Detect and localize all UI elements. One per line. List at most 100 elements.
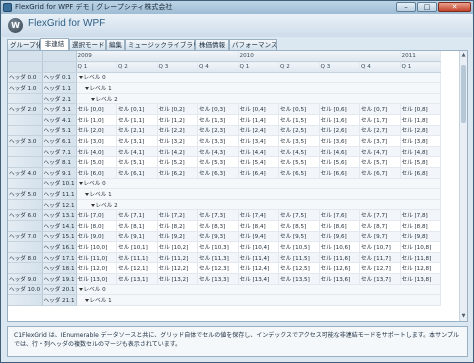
collapse-triangle-icon[interactable] bbox=[84, 87, 89, 91]
grid-cell[interactable]: セル [3,3] bbox=[197, 135, 239, 147]
grid-cell[interactable]: セル [3,0] bbox=[76, 135, 118, 147]
group-row-cell[interactable]: レベル 2 bbox=[76, 199, 442, 211]
row-header-level2[interactable]: ヘッダ 7.1 bbox=[42, 146, 77, 158]
grid-cell[interactable]: セル [9,2] bbox=[157, 231, 199, 243]
row-header-level1[interactable]: ヘッダ 3.0 bbox=[8, 135, 43, 147]
column-quarter-header[interactable]: Q 2 bbox=[278, 61, 320, 73]
group-row-cell[interactable]: レベル 0 bbox=[76, 284, 442, 296]
grid-cell[interactable]: セル [11,6] bbox=[319, 252, 361, 264]
grid-cell[interactable]: セル [2,4] bbox=[238, 125, 280, 137]
row-header-level1[interactable] bbox=[8, 199, 43, 211]
row-header-level2[interactable]: ヘッダ 17.1 bbox=[42, 252, 77, 264]
row-header-level2[interactable]: ヘッダ 11.1 bbox=[42, 188, 77, 200]
row-header-level1[interactable] bbox=[8, 262, 43, 274]
grid-cell[interactable]: セル [5,5] bbox=[278, 156, 320, 169]
row-header-level1[interactable]: ヘッダ 4.0 bbox=[8, 167, 43, 179]
grid-cell[interactable]: セル [6,2] bbox=[157, 167, 199, 179]
grid-cell[interactable]: セル [11,2] bbox=[157, 252, 199, 264]
title-bar[interactable]: FlexGrid for WPF デモ | グレープシティ株式会社 – □ ✕ bbox=[1, 1, 473, 14]
column-quarter-header[interactable]: Q 2 bbox=[116, 61, 158, 73]
grid-cell[interactable]: セル [0,6] bbox=[319, 103, 361, 116]
vertical-scrollbar[interactable]: ▲ ▼ bbox=[459, 51, 467, 321]
grid-cell[interactable]: セル [1,8] bbox=[400, 114, 442, 126]
table-row[interactable]: ヘッダ 8.0 ヘッダ 17.1 セル [11,0] セル [11,1] セル [11,… bbox=[8, 252, 442, 264]
table-row[interactable]: ヘッダ 9.0 ヘッダ 19.1 セル [13,0] セル [13,1] セル [13,… bbox=[8, 273, 442, 285]
grid-cell[interactable]: セル [6,7] bbox=[359, 167, 401, 179]
grid-cell[interactable]: セル [0,2] bbox=[157, 103, 199, 116]
collapse-triangle-icon[interactable] bbox=[84, 298, 89, 302]
grid-cell[interactable]: セル [8,7] bbox=[359, 220, 401, 232]
grid-cell[interactable]: セル [10,4] bbox=[238, 241, 280, 253]
group-row-cell[interactable]: レベル 0 bbox=[76, 72, 442, 84]
grid-cell[interactable]: セル [12,1] bbox=[116, 262, 158, 274]
table-row[interactable]: ヘッダ 14.1 セル [8,0] セル [8,1] セル [8,2] セル [8,3]… bbox=[8, 220, 442, 232]
grid-cell[interactable]: セル [13,2] bbox=[157, 273, 199, 285]
row-header-level2[interactable]: ヘッダ 13.1 bbox=[42, 209, 77, 221]
grid-cell[interactable]: セル [11,8] bbox=[400, 252, 442, 264]
grid-cell[interactable]: セル [10,8] bbox=[400, 241, 442, 253]
grid-cell[interactable]: セル [0,3] bbox=[197, 103, 239, 116]
grid-cell[interactable]: セル [13,6] bbox=[319, 273, 361, 285]
group-row-cell[interactable]: レベル 2 bbox=[76, 93, 442, 105]
close-button[interactable]: ✕ bbox=[438, 2, 471, 12]
grid-cell[interactable]: セル [2,0] bbox=[76, 125, 118, 137]
row-header-level2[interactable]: ヘッダ 12.1 bbox=[42, 199, 77, 211]
grid-cell[interactable]: セル [8,2] bbox=[157, 220, 199, 232]
grid-cell[interactable]: セル [3,2] bbox=[157, 135, 199, 147]
grid-cell[interactable]: セル [7,5] bbox=[278, 209, 320, 221]
grid-cell[interactable]: セル [9,5] bbox=[278, 231, 320, 243]
maximize-button[interactable]: □ bbox=[417, 2, 437, 12]
column-quarter-header[interactable]: Q 1 bbox=[76, 61, 118, 73]
row-header-level2[interactable]: ヘッダ 15.1 bbox=[42, 231, 77, 243]
grid-cell[interactable]: セル [13,4] bbox=[238, 273, 280, 285]
row-header-level2[interactable]: ヘッダ 6.1 bbox=[42, 135, 77, 147]
grid-cell[interactable]: セル [1,2] bbox=[157, 114, 199, 126]
row-header-level2[interactable]: ヘッダ 21.1 bbox=[42, 294, 77, 306]
grid-cell[interactable]: セル [3,1] bbox=[116, 135, 158, 147]
column-quarter-header[interactable]: Q 3 bbox=[319, 61, 361, 73]
row-header-level2[interactable]: ヘッダ 10.1 bbox=[42, 178, 77, 190]
grid-cell[interactable]: セル [10,3] bbox=[197, 241, 239, 253]
row-header-level2[interactable]: ヘッダ 5.1 bbox=[42, 125, 77, 137]
column-quarter-header[interactable]: Q 3 bbox=[157, 61, 199, 73]
grid-cell[interactable]: セル [4,2] bbox=[157, 146, 199, 158]
grid-cell[interactable]: セル [2,5] bbox=[278, 125, 320, 137]
scroll-down-icon[interactable]: ▼ bbox=[461, 314, 466, 319]
collapse-triangle-icon[interactable] bbox=[84, 193, 89, 197]
table-row[interactable]: ヘッダ 4.0 ヘッダ 9.1 セル [6,0] セル [6,1] セル [6,2] セル… bbox=[8, 167, 442, 179]
column-quarter-header[interactable]: Q 4 bbox=[359, 61, 401, 73]
table-row[interactable]: ヘッダ 5.0 ヘッダ 11.1 レベル 1 bbox=[8, 188, 442, 200]
grid-cell[interactable]: セル [9,7] bbox=[359, 231, 401, 243]
collapse-triangle-icon[interactable] bbox=[78, 182, 83, 186]
grid-cell[interactable]: セル [8,1] bbox=[116, 220, 158, 232]
grid-cell[interactable]: セル [0,8] bbox=[400, 103, 442, 116]
grid-cell[interactable]: セル [3,7] bbox=[359, 135, 401, 147]
grid-cell[interactable]: セル [12,2] bbox=[157, 262, 199, 274]
group-row-cell[interactable]: レベル 0 bbox=[76, 178, 442, 190]
table-row[interactable]: ヘッダ 18.1 セル [12,0] セル [12,1] セル [12,2] セル [1… bbox=[8, 262, 442, 274]
grid-cell[interactable]: セル [4,7] bbox=[359, 146, 401, 158]
table-row[interactable]: ヘッダ 16.1 セル [10,0] セル [10,1] セル [10,2] セル [1… bbox=[8, 241, 442, 253]
grid-cell[interactable]: セル [1,5] bbox=[278, 114, 320, 126]
group-row-cell[interactable]: レベル 1 bbox=[76, 188, 442, 200]
grid-cell[interactable]: セル [0,0] bbox=[76, 103, 118, 116]
grid-cell[interactable]: セル [1,7] bbox=[359, 114, 401, 126]
grid-cell[interactable]: セル [3,6] bbox=[319, 135, 361, 147]
grid-cell[interactable]: セル [4,6] bbox=[319, 146, 361, 158]
grid-cell[interactable]: セル [2,6] bbox=[319, 125, 361, 137]
grid-cell[interactable]: セル [9,3] bbox=[197, 231, 239, 243]
tab-unbound[interactable]: 非連結 bbox=[40, 38, 69, 50]
row-header-level1[interactable] bbox=[8, 93, 43, 105]
tab-music-library[interactable]: ミュージックライブラリ bbox=[125, 39, 199, 50]
collapse-triangle-icon[interactable] bbox=[90, 203, 95, 207]
grid-cell[interactable]: セル [3,4] bbox=[238, 135, 280, 147]
table-row[interactable]: ヘッダ 8.1 セル [5,0] セル [5,1] セル [5,2] セル [5,3] セ… bbox=[8, 156, 442, 169]
grid-cell[interactable]: セル [1,0] bbox=[76, 114, 118, 126]
grid-cell[interactable]: セル [1,1] bbox=[116, 114, 158, 126]
grid-cell[interactable]: セル [2,3] bbox=[197, 125, 239, 137]
table-row[interactable]: ヘッダ 7.0 ヘッダ 15.1 セル [9,0] セル [9,1] セル [9,2] セ… bbox=[8, 231, 442, 243]
grid-cell[interactable]: セル [8,0] bbox=[76, 220, 118, 232]
grid-cell[interactable]: セル [5,2] bbox=[157, 156, 199, 169]
collapse-triangle-icon[interactable] bbox=[78, 76, 83, 80]
grid-cell[interactable]: セル [7,6] bbox=[319, 209, 361, 221]
